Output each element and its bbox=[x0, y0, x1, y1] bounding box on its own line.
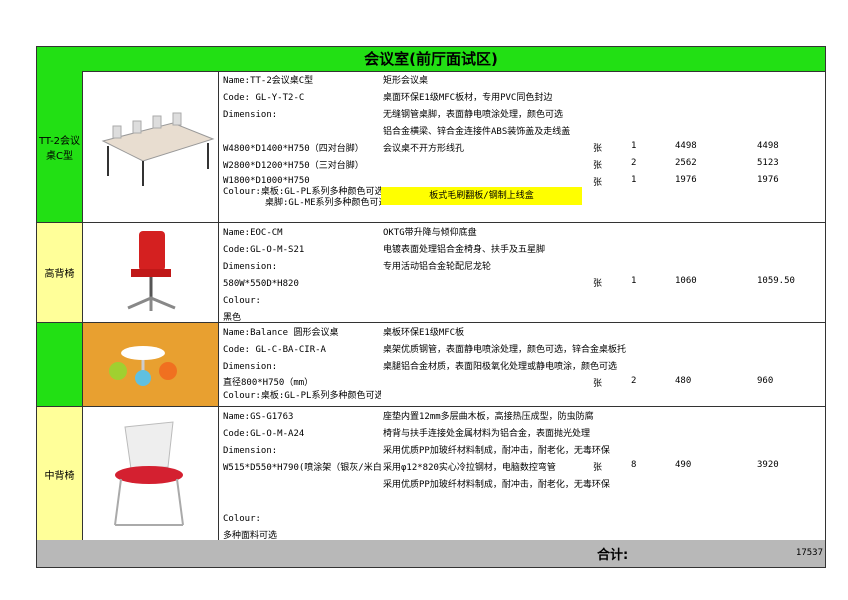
description-column: 座垫内置12mm多层曲木板，高接热压成型，防虫防腐 椅背与扶手连接处金属材料为铝合… bbox=[383, 409, 643, 494]
text-cell: 矩形会议桌 bbox=[383, 76, 429, 86]
text-cell: 采用优质PP加玻纤材料制成，耐冲击，耐老化，无毒环保 bbox=[383, 480, 610, 490]
description-column: OKTG带升降与倾仰底盘电镀表面处理铝合金椅身、扶手及五星脚 专用活动铝合金轮配尼… bbox=[383, 225, 643, 276]
text-cell: 桌面环保E1级MFC板材，专用PVC同色封边 bbox=[383, 93, 553, 103]
text-cell: 电镀表面处理铝合金椅身、扶手及五星脚 bbox=[383, 245, 546, 255]
spec-column: Name:GS-G1763 Code:GL-O-M-A24 Dimension: W5… bbox=[223, 409, 381, 545]
text-cell: 张 bbox=[593, 144, 603, 154]
text-cell: 桌脚:GL-ME系列多种颜色可选 bbox=[265, 198, 381, 208]
text-cell: 490 bbox=[675, 460, 692, 470]
text-cell: 铝合金横梁、锌合金连接件ABS装饰盖及走线盖 bbox=[383, 127, 571, 137]
text-cell: Code:GL-O-M-A24 bbox=[223, 429, 305, 439]
price-line: 张 8 490 3920 bbox=[37, 460, 825, 477]
text-cell: 张 bbox=[593, 279, 603, 289]
text-cell: Name:Balance 圆形会议桌 bbox=[223, 328, 339, 338]
price-line: 张 1 1976 1976 bbox=[37, 175, 825, 192]
text-cell: 5123 bbox=[757, 158, 779, 168]
text-cell: 2562 bbox=[675, 158, 697, 168]
text-cell: Name:TT-2会议桌C型 bbox=[223, 76, 314, 86]
price-line: 张 2 480 960 bbox=[37, 376, 825, 393]
text-cell: 1976 bbox=[675, 175, 697, 185]
table-row: 高背椅 Name:EOC-CM Code:GL-O-M-S21 Dimension:… bbox=[37, 223, 825, 323]
round-table-image bbox=[83, 323, 219, 406]
item-name: 高背椅 bbox=[37, 223, 83, 322]
text-cell: Name:GS-G1763 bbox=[223, 412, 294, 422]
text-cell: 椅背与扶手连接处金属材料为铝合金，表面抛光处理 bbox=[383, 429, 591, 439]
sheet-title: 会议室(前厅面试区) bbox=[37, 47, 825, 72]
text-cell: Colour: bbox=[223, 296, 261, 306]
text-cell: 8 bbox=[631, 460, 637, 470]
text-cell: 3920 bbox=[757, 460, 779, 470]
text-cell: 4498 bbox=[675, 141, 697, 151]
table-row: Name:Balance 圆形会议桌 Code: GL-C-BA-CIR-A Dim… bbox=[37, 323, 825, 407]
text-cell: 无缝钢管桌脚，表面静电喷涂处理，颜色可选 bbox=[383, 110, 564, 120]
quotation-sheet: 会议室(前厅面试区) TT-2会议桌C型 Name:TT-2会议桌C型 Code:… bbox=[36, 46, 826, 568]
table-row: 中背椅 Name:GS-G1763 Code:GL-O-M-A24 Dimensio… bbox=[37, 407, 825, 542]
text-cell: OKTG带升降与倾仰底盘 bbox=[383, 228, 477, 238]
text-cell: Colour: bbox=[223, 514, 261, 524]
text-cell: 4498 bbox=[757, 141, 779, 151]
text-cell: Code:GL-O-M-S21 bbox=[223, 245, 305, 255]
price-line: 张 1 1060 1059.50 bbox=[37, 276, 825, 293]
high-back-chair-image bbox=[83, 223, 219, 322]
text-cell: Dimension: bbox=[223, 110, 278, 120]
text-cell: 2 bbox=[631, 376, 637, 386]
text-cell: 张 bbox=[593, 161, 603, 171]
text-cell: 桌板环保E1级MFC板 bbox=[383, 328, 465, 338]
total-label: 合计: bbox=[597, 548, 629, 563]
grand-total: 17537 bbox=[795, 548, 823, 558]
text-cell: 桌腿铝合金材质，表面阳极氧化处理或静电喷涂，颜色可选 bbox=[383, 362, 618, 372]
price-line: 张 2 2562 5123 bbox=[37, 158, 825, 175]
text-cell: Dimension: bbox=[223, 362, 278, 372]
text-cell: 专用活动铝合金轮配尼龙轮 bbox=[383, 262, 492, 272]
text-cell: 1 bbox=[631, 175, 637, 185]
text-cell: 1 bbox=[631, 276, 637, 286]
text-cell: 1976 bbox=[757, 175, 779, 185]
table-row: TT-2会议桌C型 Name:TT-2会议桌C型 Code: GL-Y-T2-C D… bbox=[37, 71, 825, 223]
text-cell: 桌架优质钢管，表面静电喷涂处理，颜色可选，锌合金桌板托 bbox=[383, 345, 627, 355]
price-line: 张 1 4498 4498 bbox=[37, 141, 825, 158]
total-row: 合计: 17537 bbox=[37, 540, 825, 567]
text-cell: 张 bbox=[593, 178, 603, 188]
text-cell: 采用优质PP加玻纤材料制成，耐冲击，耐老化，无毒环保 bbox=[383, 446, 610, 456]
text-cell: 1060 bbox=[675, 276, 697, 286]
text-cell: Name:EOC-CM bbox=[223, 228, 283, 238]
text-cell: Code: GL-C-BA-CIR-A bbox=[223, 345, 326, 355]
text-cell: 1 bbox=[631, 141, 637, 151]
description-column: 桌板环保E1级MFC板桌架优质钢管，表面静电喷涂处理，颜色可选，锌合金桌板托 桌腿… bbox=[383, 325, 643, 376]
text-cell: 张 bbox=[593, 463, 603, 473]
text-cell: Dimension: bbox=[223, 446, 278, 456]
text-cell: 960 bbox=[757, 376, 774, 386]
text-cell: 座垫内置12mm多层曲木板，高接热压成型，防虫防腐 bbox=[383, 412, 594, 422]
text-cell: Dimension: bbox=[223, 262, 278, 272]
text-cell: 480 bbox=[675, 376, 692, 386]
text-cell: 1059.50 bbox=[757, 276, 795, 286]
item-name bbox=[37, 323, 83, 406]
text-cell: Code: GL-Y-T2-C bbox=[223, 93, 305, 103]
text-cell: 张 bbox=[593, 379, 603, 389]
text-cell: 2 bbox=[631, 158, 637, 168]
